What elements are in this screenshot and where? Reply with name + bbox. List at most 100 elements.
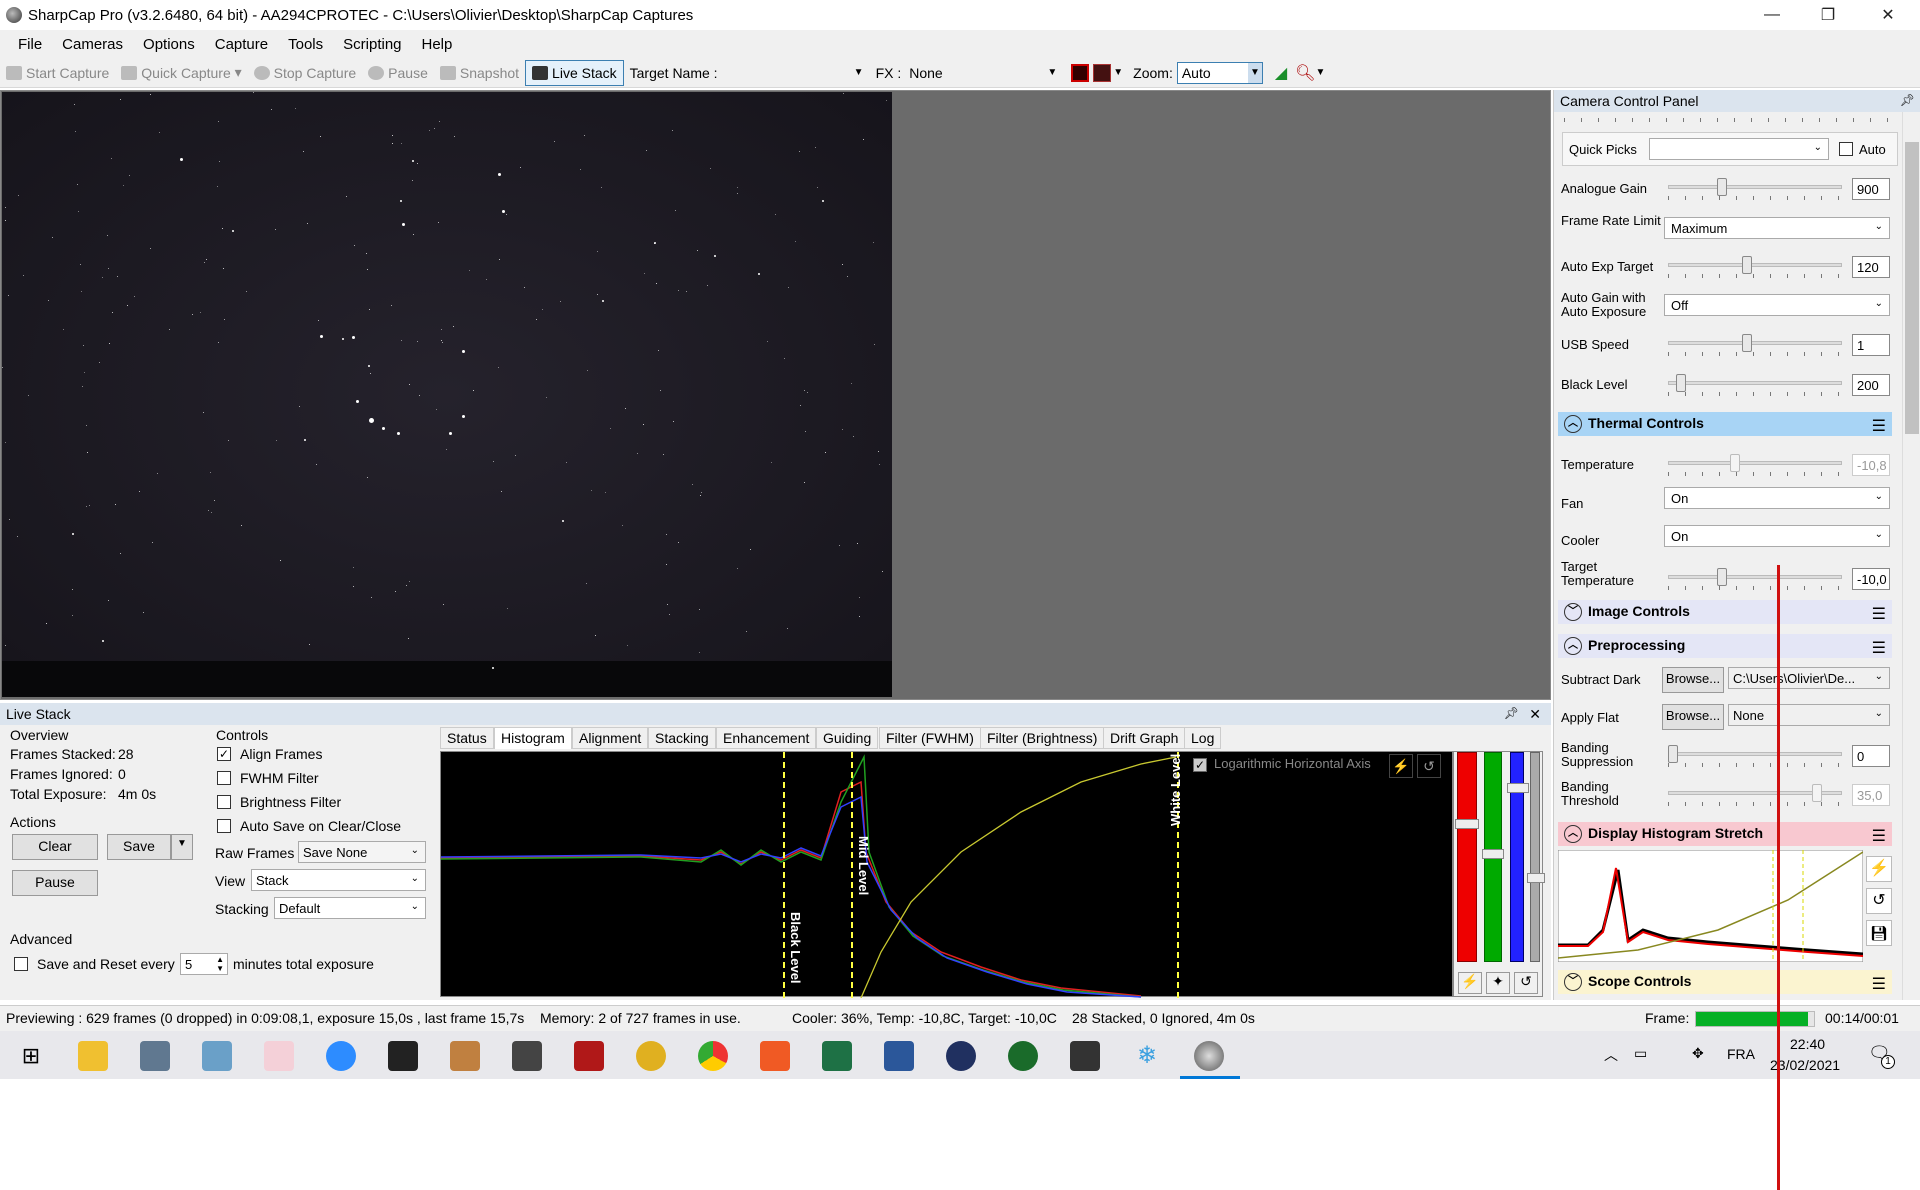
tab-log[interactable]: Log [1184, 727, 1222, 749]
menu-icon[interactable]: ☰ [1872, 974, 1886, 994]
analogue-gain-value[interactable]: 900 [1852, 178, 1890, 200]
reticle-icon[interactable] [1071, 63, 1090, 82]
banding-suppression-slider[interactable] [1668, 745, 1842, 767]
mid-level-line[interactable] [851, 752, 853, 998]
minimize-button[interactable]: — [1744, 0, 1800, 30]
banding-suppression-value[interactable]: 0 [1852, 745, 1890, 767]
app-icon[interactable] [388, 1041, 418, 1071]
save-button[interactable]: Save [107, 834, 171, 860]
save-dropdown-arrow[interactable]: ▼ [171, 834, 193, 860]
zoom-combo[interactable]: Auto ▼ [1176, 61, 1263, 84]
menu-tools[interactable]: Tools [278, 36, 333, 53]
tab-filter-brightness[interactable]: Filter (Brightness) [980, 727, 1105, 749]
app-icon[interactable] [636, 1041, 666, 1071]
tab-stacking[interactable]: Stacking [648, 727, 716, 749]
collapse-icon[interactable]: ︿ [1564, 637, 1582, 655]
auto-save-checkbox[interactable] [217, 819, 231, 833]
auto-gain-dropdown[interactable]: Off ⌄ [1664, 294, 1890, 316]
file-explorer-icon[interactable] [78, 1041, 108, 1071]
target-name-combo[interactable]: ▼ [718, 62, 868, 84]
preprocessing-header[interactable]: ︿ Preprocessing ☰ [1558, 634, 1892, 658]
black-level-line[interactable] [783, 752, 785, 998]
chevron-down-icon[interactable]: ▼ [1315, 67, 1325, 78]
live-stack-pause-button[interactable]: Pause [12, 870, 98, 896]
fwhm-filter-checkbox[interactable] [217, 771, 231, 785]
language-indicator[interactable]: FRA [1727, 1046, 1755, 1062]
app-icon[interactable] [450, 1041, 480, 1071]
luminance-slider[interactable] [1527, 752, 1545, 962]
sharpcap-taskbar-icon[interactable] [1194, 1041, 1224, 1071]
brave-icon[interactable] [760, 1041, 790, 1071]
target-temperature-value[interactable]: -10,0 [1852, 568, 1890, 590]
save-reset-minutes-stepper[interactable]: 5 ▲ ▼ [180, 953, 228, 975]
blue-channel-slider[interactable] [1507, 752, 1529, 962]
network-icon[interactable]: ▭ [1634, 1045, 1647, 1062]
live-stack-button[interactable]: Live Stack [525, 59, 624, 86]
app-icon[interactable] [1070, 1041, 1100, 1071]
stacking-dropdown[interactable]: Default ⌄ [274, 897, 426, 919]
clock-date[interactable]: 23/02/2021 [1770, 1057, 1840, 1073]
analogue-gain-slider[interactable] [1668, 178, 1842, 200]
dropbox-icon[interactable]: ✥ [1692, 1045, 1704, 1062]
auto-stretch-icon[interactable]: ⚡ [1389, 754, 1413, 778]
reset-icon[interactable]: ↺ [1514, 972, 1538, 994]
stepper-arrows-icon[interactable]: ▲ ▼ [216, 955, 224, 973]
close-icon[interactable]: ✕ [1529, 706, 1541, 723]
histogram-icon[interactable]: ◢ [1275, 63, 1287, 83]
fx-combo[interactable]: None ▼ [905, 62, 1061, 84]
app-icon[interactable] [1008, 1041, 1038, 1071]
apply-flat-browse-button[interactable]: Browse... [1662, 704, 1724, 730]
menu-help[interactable]: Help [412, 36, 463, 53]
display-histogram-header[interactable]: ︿ Display Histogram Stretch ☰ [1558, 822, 1892, 846]
brightness-filter-checkbox[interactable] [217, 795, 231, 809]
auto-exp-target-slider[interactable] [1668, 256, 1842, 278]
pause-button[interactable]: Pause [362, 60, 434, 86]
snowflake-icon[interactable]: ❄ [1132, 1041, 1162, 1071]
expand-icon[interactable]: ﹀ [1564, 603, 1582, 621]
reset-icon[interactable]: ↺ [1866, 888, 1892, 914]
app-icon[interactable] [946, 1041, 976, 1071]
menu-icon[interactable]: ☰ [1872, 604, 1886, 624]
reset-icon[interactable]: ↺ [1417, 754, 1441, 778]
zoom-icon[interactable] [326, 1041, 356, 1071]
chevron-up-icon[interactable]: ︿ [1604, 1045, 1618, 1065]
menu-icon[interactable]: ☰ [1872, 416, 1886, 436]
expand-icon[interactable]: ﹀ [1564, 973, 1582, 991]
snapshot-button[interactable]: Snapshot [434, 60, 525, 86]
menu-options[interactable]: Options [133, 36, 205, 53]
calculator-icon[interactable] [140, 1041, 170, 1071]
usb-speed-value[interactable]: 1 [1852, 334, 1890, 356]
save-reset-checkbox[interactable] [14, 957, 28, 971]
tab-enhancement[interactable]: Enhancement [716, 727, 817, 749]
clear-button[interactable]: Clear [12, 834, 98, 860]
menu-icon[interactable]: ☰ [1872, 826, 1886, 846]
usb-speed-slider[interactable] [1668, 334, 1842, 356]
view-dropdown[interactable]: Stack ⌄ [251, 869, 426, 891]
subtract-dark-browse-button[interactable]: Browse... [1662, 667, 1724, 693]
tab-drift-graph[interactable]: Drift Graph [1103, 727, 1186, 749]
ccp-scrollbar[interactable] [1902, 112, 1920, 1000]
zoom-magnifier-icon[interactable]: 🔍︎ [1295, 63, 1315, 83]
raw-frames-dropdown[interactable]: Save None ⌄ [298, 841, 426, 863]
black-level-value[interactable]: 200 [1852, 374, 1890, 396]
rgb-level-sliders[interactable]: ⚡ ✦ ↺ [1453, 751, 1545, 997]
menu-file[interactable]: File [8, 36, 52, 53]
auto-stretch-icon[interactable]: ⚡ [1866, 856, 1892, 882]
app-icon[interactable] [512, 1041, 542, 1071]
subtract-dark-dropdown[interactable]: C:\Users\Olivier\De... ⌄ [1728, 667, 1890, 689]
frame-rate-dropdown[interactable]: Maximum ⌄ [1664, 217, 1890, 239]
pin-icon[interactable]: 📌︎ [1504, 706, 1519, 720]
excel-icon[interactable] [822, 1041, 852, 1071]
menu-capture[interactable]: Capture [205, 36, 278, 53]
green-channel-slider[interactable] [1482, 752, 1504, 962]
quick-capture-button[interactable]: Quick Capture ▾ [115, 60, 247, 86]
live-stack-histogram[interactable]: Black Level Mid Level White Level ✓ Loga… [440, 751, 1453, 998]
thermal-controls-header[interactable]: ︿ Thermal Controls ☰ [1558, 412, 1892, 436]
auto-level-icon[interactable]: ⚡ [1458, 972, 1482, 994]
red-channel-slider[interactable] [1455, 752, 1479, 962]
app-icon[interactable] [202, 1041, 232, 1071]
tab-guiding[interactable]: Guiding [816, 727, 879, 749]
menu-icon[interactable]: ☰ [1872, 638, 1886, 658]
stop-capture-button[interactable]: Stop Capture [248, 60, 363, 86]
scope-controls-header[interactable]: ﹀ Scope Controls ☰ [1558, 970, 1892, 994]
